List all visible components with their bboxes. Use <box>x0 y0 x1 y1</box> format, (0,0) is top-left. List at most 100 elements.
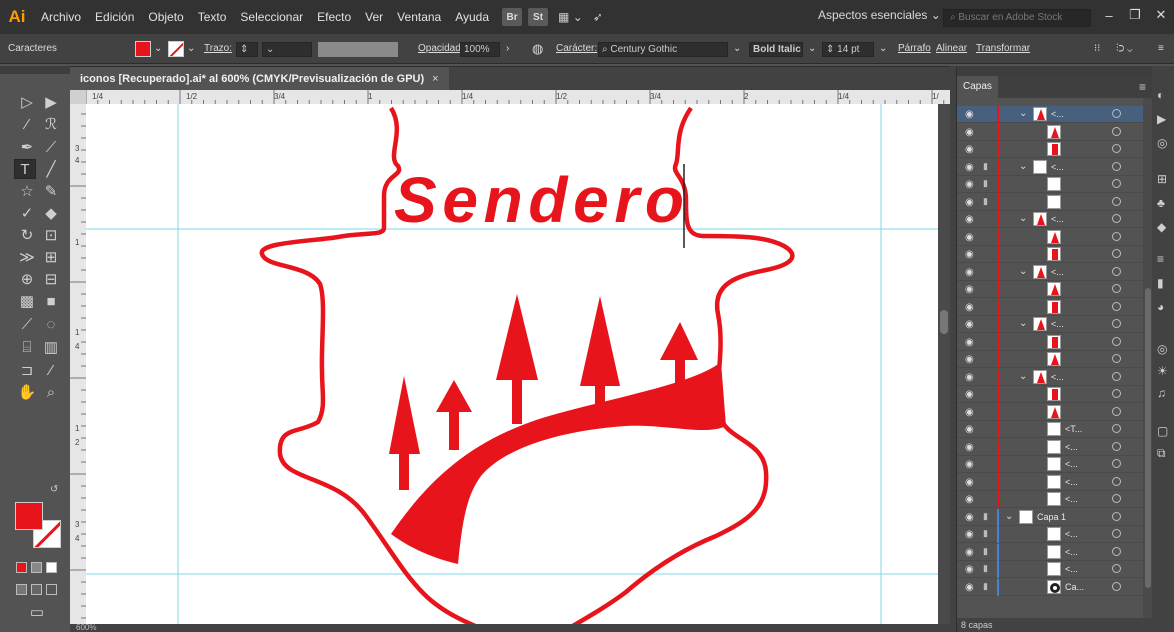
none-button[interactable] <box>46 562 57 573</box>
visibility-eye-icon[interactable]: ◉ <box>965 389 974 400</box>
artboard-canvas[interactable]: Sendero <box>86 104 938 632</box>
visibility-eye-icon[interactable]: ◉ <box>965 337 974 348</box>
visibility-eye-icon[interactable]: ◉ <box>965 249 974 260</box>
expand-chevron-icon[interactable]: ⌄ <box>1019 371 1027 382</box>
symbol-sprayer-tool-icon[interactable]: ⌸ <box>16 337 38 357</box>
layer-row[interactable]: ◉ <... <box>957 456 1143 473</box>
stroke-weight-dropdown[interactable]: ⌄ <box>262 42 312 57</box>
stock-button[interactable]: St <box>528 8 549 26</box>
slice-tool-icon[interactable]: ⁄ <box>40 360 62 380</box>
visibility-eye-icon[interactable]: ◉ <box>965 494 974 505</box>
variable-width-profile[interactable] <box>318 42 398 57</box>
font-family-field[interactable]: ⌕ Century Gothic <box>598 42 728 57</box>
expand-chevron-icon[interactable]: ⌄ <box>1019 318 1027 329</box>
font-style-dropdown-icon[interactable]: ⌄ <box>808 43 816 54</box>
pen-tool-icon[interactable]: ✒ <box>16 137 38 157</box>
star-tool-icon[interactable]: ☆ <box>16 181 38 201</box>
vertical-ruler[interactable]: 3 4 1 1 4 1 2 3 4 <box>70 90 86 632</box>
target-circle-icon[interactable] <box>1112 179 1121 188</box>
shaper-tool-icon[interactable]: ✓ <box>16 203 38 223</box>
target-circle-icon[interactable] <box>1112 441 1121 451</box>
layer-row[interactable]: ◉ <box>957 281 1143 298</box>
layer-name[interactable]: <... <box>1065 494 1078 504</box>
gradient-panel-icon[interactable]: ◆ <box>1157 220 1166 234</box>
target-circle-icon[interactable] <box>1112 529 1121 538</box>
expand-chevron-icon[interactable]: ⌄ <box>1005 511 1013 522</box>
target-circle-icon[interactable] <box>1112 406 1121 416</box>
layer-row[interactable]: ◉ ▮ <... <box>957 526 1143 543</box>
gradient-button[interactable] <box>31 562 42 573</box>
lock-icon[interactable]: ▮ <box>983 546 988 557</box>
selection-tool-icon[interactable]: ▷ <box>16 92 38 112</box>
draw-inside-button[interactable] <box>46 584 57 595</box>
eraser-tool-icon[interactable]: ◆ <box>40 203 62 223</box>
shape-builder-tool-icon[interactable]: ⊕ <box>16 269 38 289</box>
target-circle-icon[interactable] <box>1112 371 1121 381</box>
visibility-eye-icon[interactable]: ◉ <box>965 459 974 470</box>
recolor-icon[interactable]: ◍ <box>532 41 543 57</box>
menu-edicion[interactable]: Edición <box>88 10 141 24</box>
visibility-eye-icon[interactable]: ◉ <box>965 232 974 243</box>
draw-behind-button[interactable] <box>31 584 42 595</box>
gpu-performance-icon[interactable]: ➶ <box>593 10 603 24</box>
opacity-arrow-icon[interactable]: › <box>506 43 509 54</box>
menu-texto[interactable]: Texto <box>191 10 234 24</box>
layer-name[interactable]: Ca... <box>1065 582 1084 592</box>
close-tab-icon[interactable]: × <box>432 73 438 85</box>
layer-name[interactable]: <... <box>1051 162 1064 172</box>
visibility-eye-icon[interactable]: ◉ <box>965 109 974 120</box>
layer-row[interactable]: ◉ ▮ <box>957 193 1143 211</box>
visibility-eye-icon[interactable]: ◉ <box>965 284 974 295</box>
character-label[interactable]: Carácter: <box>556 43 597 54</box>
visibility-eye-icon[interactable]: ◉ <box>965 547 974 558</box>
visibility-eye-icon[interactable]: ◉ <box>965 424 974 435</box>
layers-scroll-thumb[interactable] <box>1145 288 1151 588</box>
scale-tool-icon[interactable]: ⊡ <box>40 225 62 245</box>
layer-name[interactable]: <... <box>1051 319 1064 329</box>
zoom-level[interactable]: 600% <box>76 623 96 632</box>
layer-row[interactable]: ◉ ⌄ <... <box>957 211 1143 228</box>
layer-name[interactable]: <... <box>1065 459 1078 469</box>
layer-row[interactable]: ◉ <box>957 298 1143 316</box>
visibility-eye-icon[interactable]: ◉ <box>965 267 974 278</box>
target-circle-icon[interactable] <box>1112 214 1121 223</box>
target-circle-icon[interactable] <box>1112 424 1121 433</box>
target-circle-icon[interactable] <box>1112 161 1121 171</box>
layer-name[interactable]: <... <box>1051 372 1064 382</box>
arrange-documents-icon[interactable]: ▦ ⌄ <box>558 10 583 24</box>
lock-icon[interactable]: ▮ <box>983 563 988 574</box>
layer-row[interactable]: ◉ ⌄ <... <box>957 106 1143 123</box>
free-transform-tool-icon[interactable]: ⊞ <box>40 247 62 267</box>
minimize-icon[interactable]: – <box>1096 0 1122 30</box>
fill-swatch[interactable] <box>135 41 151 57</box>
stroke-label[interactable]: Trazo: <box>204 43 232 54</box>
layer-row[interactable]: ◉ <box>957 403 1143 421</box>
target-circle-icon[interactable] <box>1112 336 1121 346</box>
layer-row[interactable]: ◉ ▮ <... <box>957 543 1143 561</box>
layer-row[interactable]: ◉ <box>957 333 1143 351</box>
symbols-panel-icon[interactable]: ⊞ <box>1157 172 1167 186</box>
color-button[interactable] <box>16 562 27 573</box>
stroke-panel-icon[interactable]: ♣ <box>1157 196 1165 210</box>
visibility-eye-icon[interactable]: ◉ <box>965 529 974 540</box>
font-family-dropdown-icon[interactable]: ⌄ <box>733 43 741 54</box>
column-graph-tool-icon[interactable]: ▥ <box>40 337 62 357</box>
horizontal-ruler[interactable]: 1/4 1/2 3/4 1 1/4 1/2 3/4 2 1/4 1/ <box>86 90 950 104</box>
visibility-eye-icon[interactable]: ◉ <box>965 197 974 208</box>
expand-chevron-icon[interactable]: ⌄ <box>1019 108 1027 119</box>
panel-menu-icon[interactable]: ≡ <box>1139 80 1146 94</box>
visibility-eye-icon[interactable]: ◉ <box>965 214 974 225</box>
menu-seleccionar[interactable]: Seleccionar <box>233 10 310 24</box>
visibility-eye-icon[interactable]: ◉ <box>965 319 974 330</box>
align-panel-icon[interactable]: ≡ <box>1157 252 1164 266</box>
canvas-vertical-scrollbar[interactable] <box>938 104 950 632</box>
layer-name[interactable]: Capa 1 <box>1037 512 1066 522</box>
target-circle-icon[interactable] <box>1112 476 1121 486</box>
bridge-button[interactable]: Br <box>502 8 523 26</box>
target-circle-icon[interactable] <box>1112 266 1121 276</box>
font-size-dropdown-icon[interactable]: ⌄ <box>879 43 887 54</box>
layer-row[interactable]: ◉ ▮ ⌄ <... <box>957 158 1143 176</box>
layer-row[interactable]: ◉ <box>957 351 1143 368</box>
layer-row[interactable]: ◉ <box>957 228 1143 246</box>
stroke-swatch[interactable] <box>168 41 184 57</box>
